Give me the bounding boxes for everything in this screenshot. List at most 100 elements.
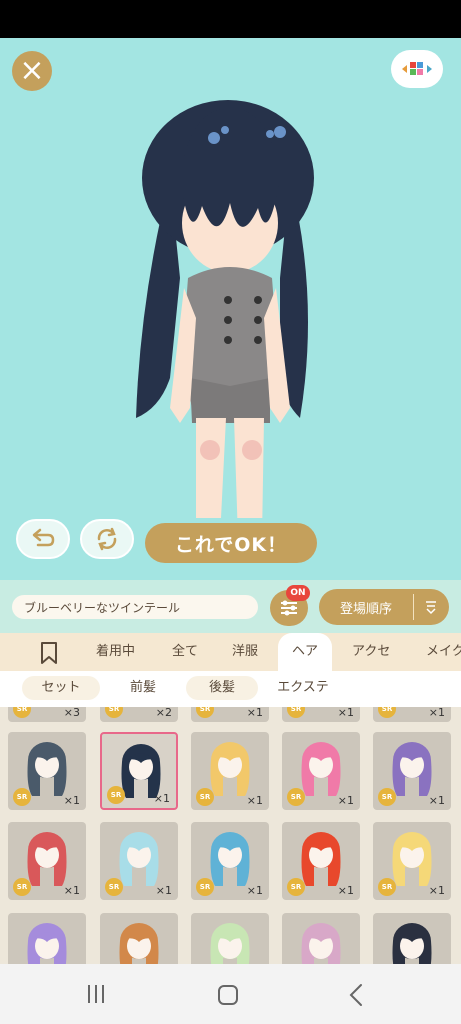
item-count: ×1 <box>246 707 263 719</box>
hair-item-card[interactable]: SR <box>282 913 360 964</box>
confirm-ok-button[interactable]: これでOK！ <box>145 523 317 563</box>
hair-thumbnail <box>392 923 432 964</box>
item-count: ×1 <box>428 884 445 897</box>
avatar-character <box>136 100 314 518</box>
item-count: ×3 <box>63 707 80 719</box>
hair-item-card[interactable]: SR <box>373 913 451 964</box>
subtab-set[interactable]: セット <box>22 676 100 700</box>
item-count: ×1 <box>63 794 80 807</box>
hair-thumbnail <box>301 742 341 796</box>
subtab-back-hair[interactable]: 後髪 <box>186 676 258 700</box>
hair-thumbnail <box>27 742 67 796</box>
rarity-badge: SR <box>196 788 214 806</box>
hair-thumbnail <box>301 832 341 886</box>
subtab-bangs[interactable]: 前髪 <box>116 676 170 700</box>
item-count: ×1 <box>337 884 354 897</box>
hair-item-card[interactable]: SR ×1 <box>282 732 360 810</box>
rarity-badge: SR <box>107 786 125 804</box>
hair-item-card[interactable]: SR ×2 <box>100 707 178 722</box>
filter-on-badge: ON <box>286 585 310 601</box>
hair-item-card[interactable]: SR ×3 <box>8 707 86 722</box>
hair-subtabs: セット 前髪 後髪 エクステ <box>0 671 461 707</box>
sort-direction-icon[interactable] <box>414 599 448 615</box>
category-tabs: 着用中 全て 洋服 ヘア アクセ メイク <box>0 633 461 671</box>
hair-item-card[interactable]: SR ×1 <box>191 822 269 900</box>
hair-item-card[interactable]: SR ×1 <box>8 822 86 900</box>
hair-item-card[interactable]: SR ×1 <box>8 732 86 810</box>
hair-thumbnail <box>27 923 67 964</box>
rotate-icon <box>97 527 117 551</box>
hair-thumbnail <box>301 923 341 964</box>
hair-thumbnail <box>210 832 250 886</box>
sort-order-button[interactable]: 登場順序 <box>319 589 449 625</box>
item-count: ×1 <box>246 794 263 807</box>
hair-item-card[interactable]: SR ×1 <box>373 732 451 810</box>
rarity-badge: SR <box>105 878 123 896</box>
hair-thumbnail <box>210 742 250 796</box>
hair-item-card-selected[interactable]: SR ×1 <box>100 732 178 810</box>
item-count: ×1 <box>155 884 172 897</box>
hair-thumbnail <box>119 832 159 886</box>
hair-thumbnail <box>210 923 250 964</box>
hair-item-card[interactable]: SR ×1 <box>191 732 269 810</box>
rarity-badge: SR <box>196 707 214 718</box>
hair-item-card[interactable]: SR ×1 <box>100 822 178 900</box>
hair-thumbnail <box>119 923 159 964</box>
sort-order-label: 登場順序 <box>339 601 392 617</box>
tab-wearing[interactable]: 着用中 <box>96 633 135 671</box>
hair-item-card[interactable]: SR ×1 <box>373 707 451 722</box>
layout-toggle-button[interactable] <box>391 50 443 88</box>
close-icon: × <box>19 53 45 88</box>
filter-bar: ブルーベリーなツインテール ON 登場順序 <box>0 580 461 633</box>
rarity-badge: SR <box>287 788 305 806</box>
undo-button[interactable] <box>16 519 70 559</box>
item-count: ×1 <box>428 794 445 807</box>
item-count: ×1 <box>153 792 170 805</box>
hair-item-card[interactable]: SR ×1 <box>373 822 451 900</box>
subtab-extensions[interactable]: エクステ <box>270 676 336 700</box>
recent-apps-icon[interactable] <box>88 985 104 1003</box>
hair-thumbnail <box>392 742 432 796</box>
hair-item-card[interactable]: SR ×1 <box>191 707 269 722</box>
hair-item-card[interactable]: SR <box>100 913 178 964</box>
undo-icon <box>32 528 55 547</box>
item-count: ×1 <box>337 794 354 807</box>
avatar-stage: × これでOK！ <box>0 38 461 580</box>
tab-hair[interactable]: ヘア <box>278 633 333 671</box>
selected-item-name: ブルーベリーなツインテール <box>12 595 258 619</box>
item-count: ×1 <box>337 707 354 719</box>
hair-item-card[interactable]: SR ×1 <box>282 707 360 722</box>
rarity-badge: SR <box>378 788 396 806</box>
back-icon[interactable] <box>348 983 364 1007</box>
rarity-badge: SR <box>196 878 214 896</box>
bookmark-icon[interactable] <box>38 641 60 665</box>
item-grid: SR ×3 SR ×2 SR ×1 SR ×1 SR ×1 SR ×1 SR ×1 SR ×1 SR ×1 SR ×1… <box>0 707 461 964</box>
tab-makeup[interactable]: メイク <box>426 633 461 671</box>
item-count: ×2 <box>155 707 172 719</box>
system-navigation-bar <box>0 964 461 1024</box>
rarity-badge: SR <box>378 878 396 896</box>
rarity-badge: SR <box>287 707 305 718</box>
item-count: ×1 <box>428 707 445 719</box>
item-count: ×1 <box>246 884 263 897</box>
tab-clothes[interactable]: 洋服 <box>232 633 258 671</box>
hair-item-card[interactable]: SR <box>8 913 86 964</box>
home-icon[interactable] <box>218 985 238 1005</box>
close-button[interactable]: × <box>12 51 52 91</box>
rotate-button[interactable] <box>80 519 134 559</box>
sliders-icon <box>281 600 297 616</box>
tab-all[interactable]: 全て <box>172 633 198 671</box>
item-count: ×1 <box>63 884 80 897</box>
rarity-badge: SR <box>13 788 31 806</box>
hair-item-card[interactable]: SR ×1 <box>282 822 360 900</box>
rarity-badge: SR <box>105 707 123 718</box>
color-layout-icon <box>402 62 432 75</box>
status-bar <box>0 0 461 38</box>
tab-accessories[interactable]: アクセ <box>352 633 390 671</box>
hair-item-card[interactable]: SR <box>191 913 269 964</box>
hair-thumbnail <box>392 832 432 886</box>
hair-thumbnail <box>27 832 67 886</box>
rarity-badge: SR <box>287 878 305 896</box>
rarity-badge: SR <box>13 878 31 896</box>
rarity-badge: SR <box>378 707 396 718</box>
